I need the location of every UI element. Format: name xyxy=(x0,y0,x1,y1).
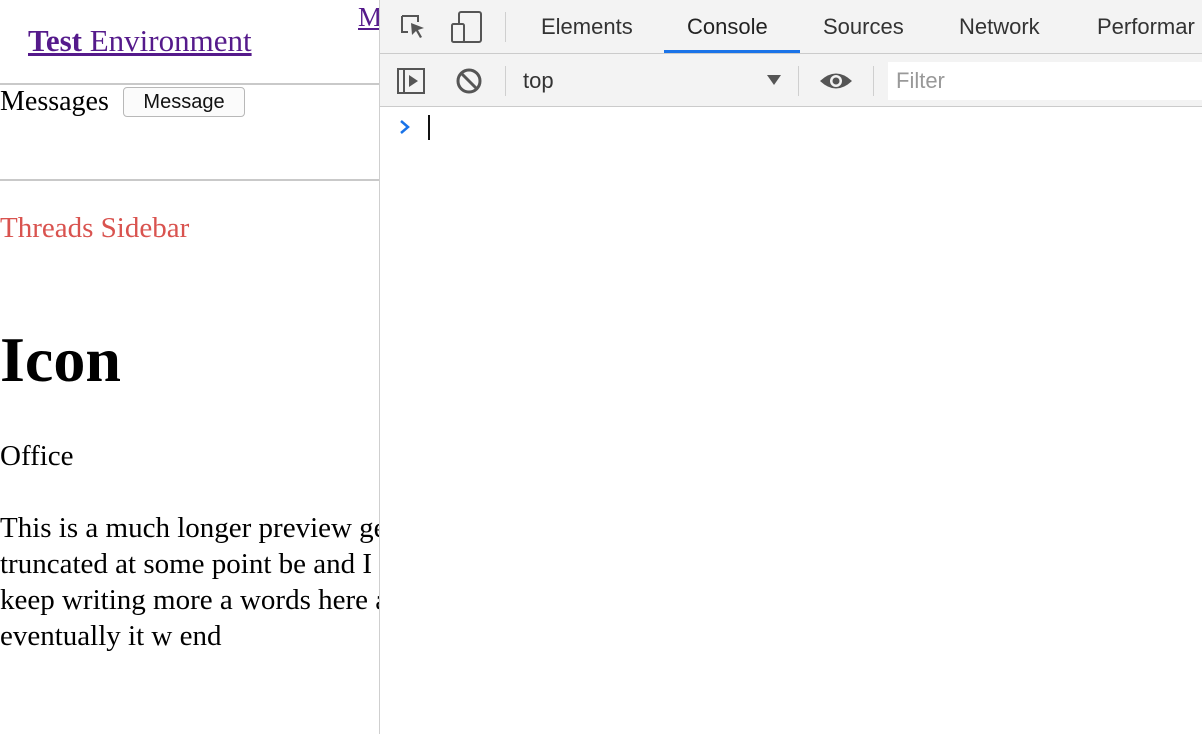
filter-input[interactable] xyxy=(888,62,1202,100)
page-viewport: Test Environment M Messages Message Thre… xyxy=(0,0,379,734)
tab-console[interactable]: Console xyxy=(687,0,768,53)
toolbar-separator xyxy=(505,12,506,42)
site-title-bold: Test xyxy=(28,23,82,58)
nav-link[interactable]: M xyxy=(358,1,379,33)
tab-elements[interactable]: Elements xyxy=(541,0,633,53)
live-expression-icon[interactable] xyxy=(818,66,854,96)
devtools-panel: Elements Console Sources Network Perform… xyxy=(380,0,1202,734)
toolbar-separator xyxy=(798,66,799,96)
dropdown-arrow-icon xyxy=(764,70,784,90)
toolbar-separator xyxy=(873,66,874,96)
device-toolbar-icon[interactable] xyxy=(450,10,484,44)
message-button[interactable]: Message xyxy=(123,87,245,117)
tab-performance[interactable]: Performar xyxy=(1097,0,1195,53)
tab-sources[interactable]: Sources xyxy=(823,0,904,53)
devtools-tab-bar xyxy=(380,0,1202,54)
prompt-chevron-icon xyxy=(398,118,412,136)
section-divider xyxy=(0,179,379,181)
show-sidebar-icon[interactable] xyxy=(396,66,426,96)
toolbar-separator xyxy=(505,66,506,96)
site-title-link[interactable]: Test Environment xyxy=(28,22,252,59)
message-preview: This is a much longer preview get trunca… xyxy=(0,512,379,652)
office-label: Office xyxy=(0,440,74,472)
console-output[interactable] xyxy=(380,107,1202,734)
icon-heading: Icon xyxy=(0,324,121,395)
threads-sidebar-label: Threads Sidebar xyxy=(0,212,190,244)
active-tab-indicator xyxy=(664,50,800,53)
context-selector[interactable]: top xyxy=(523,66,783,96)
inspect-element-icon[interactable] xyxy=(398,12,428,42)
site-title-rest: Environment xyxy=(81,23,252,58)
clear-console-icon[interactable] xyxy=(454,66,484,96)
messages-label: Messages xyxy=(0,86,109,117)
console-input-caret[interactable] xyxy=(428,115,430,140)
tab-network[interactable]: Network xyxy=(959,0,1040,53)
